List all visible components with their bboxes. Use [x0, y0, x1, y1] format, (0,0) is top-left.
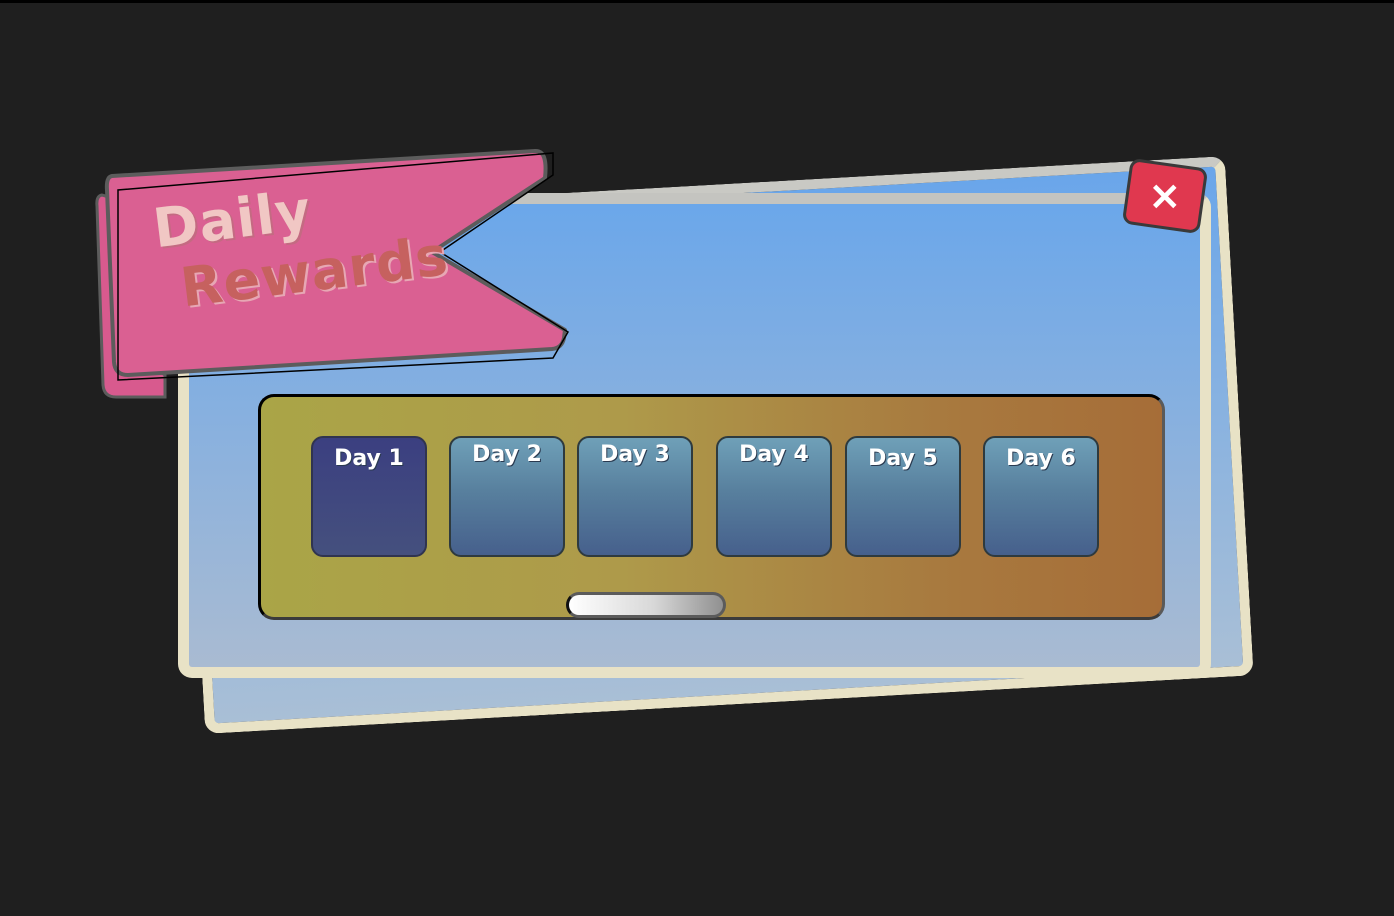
day-card-2[interactable]: Day 2 [449, 436, 565, 557]
day-label: Day 6 [1006, 446, 1076, 471]
top-edge-strip [0, 0, 1394, 3]
horizontal-scrollbar-thumb[interactable] [566, 592, 726, 618]
day-card-5[interactable]: Day 5 [845, 436, 961, 557]
day-label: Day 5 [868, 446, 938, 471]
day-card-4[interactable]: Day 4 [716, 436, 832, 557]
day-label: Day 2 [472, 442, 542, 467]
day-card-3[interactable]: Day 3 [577, 436, 693, 557]
day-label: Day 4 [739, 442, 809, 467]
close-icon: × [1148, 172, 1182, 219]
day-label: Day 3 [600, 442, 670, 467]
close-button[interactable]: × [1121, 157, 1209, 235]
day-label: Day 1 [334, 446, 404, 471]
day-card-6[interactable]: Day 6 [983, 436, 1099, 557]
day-card-1[interactable]: Day 1 [311, 436, 427, 557]
